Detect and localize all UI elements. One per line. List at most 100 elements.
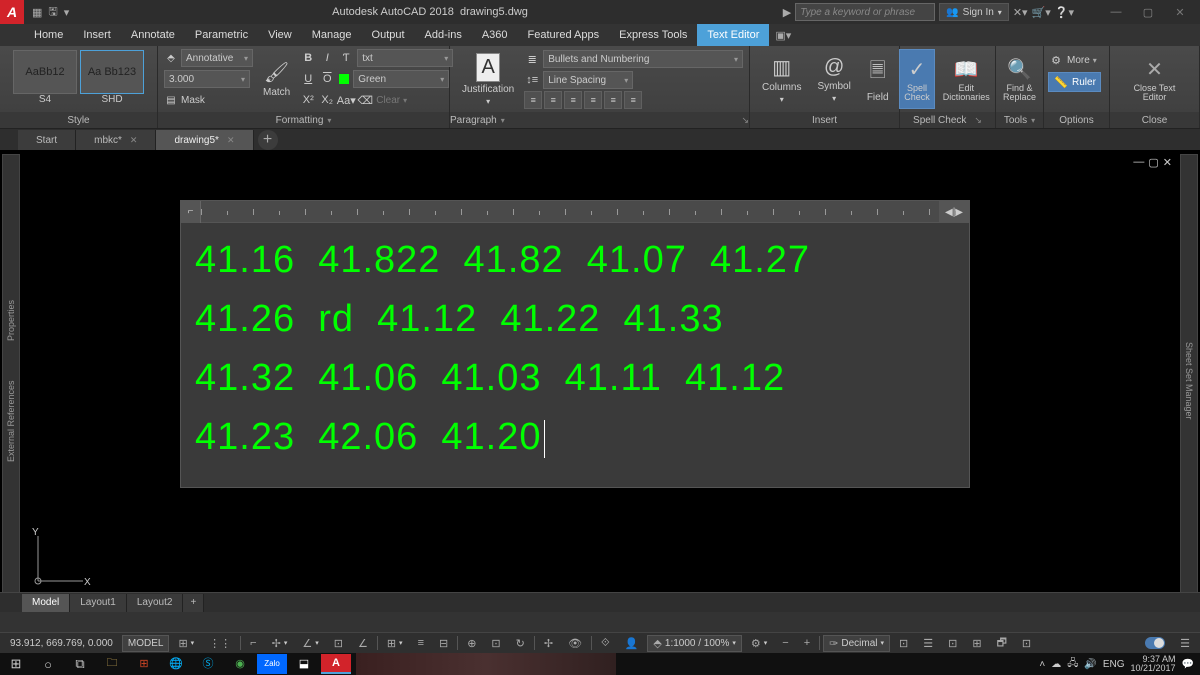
sc-button[interactable]: ⊕	[461, 635, 482, 652]
grid-button[interactable]: ⊞▾	[172, 635, 200, 652]
tb-coccoc[interactable]: ◉	[225, 654, 255, 674]
doctab-mbkc[interactable]: mbkc*✕	[76, 130, 156, 150]
dictionaries-button[interactable]: 📖Edit Dictionaries	[937, 49, 996, 109]
minimize-button[interactable]: —	[1102, 1, 1130, 23]
open-icon[interactable]: ▦	[32, 6, 42, 19]
new-tab-button[interactable]: +	[258, 130, 278, 150]
tpy-button[interactable]: ⊟	[433, 635, 454, 652]
cyc-button[interactable]: ↻	[510, 635, 531, 652]
panel-formatting-label[interactable]: Formatting	[158, 112, 449, 128]
tray-vol-icon[interactable]: 🔊	[1084, 659, 1096, 670]
sign-in-button[interactable]: 👥Sign In▾	[939, 3, 1009, 21]
s2-button[interactable]: ☰	[917, 635, 939, 652]
ruler-corner-icon[interactable]: ⌐	[181, 201, 201, 223]
panel-paragraph-label[interactable]: Paragraph↘	[450, 112, 749, 128]
tab-text-editor[interactable]: Text Editor	[697, 24, 769, 46]
person-icon[interactable]: 👤	[619, 635, 645, 652]
annotative-dropdown[interactable]: Annotative	[181, 49, 253, 67]
s1-button[interactable]: ⊡	[893, 635, 914, 652]
panel-spell-label[interactable]: Spell Check↘	[900, 112, 995, 128]
snap-button[interactable]: ⋮⋮	[203, 635, 237, 652]
tab-manage[interactable]: Manage	[302, 24, 362, 46]
align-justify-button[interactable]: ≡	[584, 91, 602, 109]
panel-tools-label[interactable]: Tools	[996, 112, 1043, 128]
spellcheck-button[interactable]: ✓Spell Check	[899, 49, 935, 109]
vp-min-icon[interactable]: —	[1133, 156, 1144, 169]
more-button[interactable]: ⚙More▾	[1048, 50, 1097, 70]
s3-button[interactable]: ⊡	[942, 635, 963, 652]
tb-chrome[interactable]: 🌐	[161, 654, 191, 674]
tb-width[interactable]: ⬓	[289, 654, 319, 674]
scale-readout[interactable]: ⬘1:1000 / 100%▾	[647, 635, 741, 652]
clear-icon[interactable]: ⌫	[357, 92, 373, 108]
app-logo[interactable]: A	[0, 0, 24, 24]
tab-insert[interactable]: Insert	[73, 24, 121, 46]
cortana-button[interactable]: ○	[32, 653, 64, 675]
qp-button[interactable]: ⊡	[485, 635, 506, 652]
tab-output[interactable]: Output	[362, 24, 415, 46]
gear-status-button[interactable]: ⚙▾	[745, 635, 773, 652]
align-6-button[interactable]: ≡	[624, 91, 642, 109]
units-readout[interactable]: ✑Decimal▾	[823, 635, 890, 652]
viewport-controls[interactable]: — ▢ ✕	[1133, 156, 1172, 169]
case-button[interactable]: Aa▾	[338, 92, 354, 108]
mask-button[interactable]: Mask	[181, 95, 205, 106]
columns-button[interactable]: ▥Columns▾	[756, 49, 807, 109]
layout-2[interactable]: Layout2	[127, 594, 184, 612]
tab-featured[interactable]: Featured Apps	[518, 24, 610, 46]
align-right-button[interactable]: ≡	[564, 91, 582, 109]
ortho-button[interactable]: ⌐	[244, 635, 262, 652]
clear-button[interactable]: Clear	[376, 95, 400, 106]
italic-button[interactable]: I	[319, 50, 335, 66]
iso-button[interactable]: ∠▾	[296, 635, 324, 652]
tab-view[interactable]: View	[258, 24, 302, 46]
zoom-in-button[interactable]: +	[798, 635, 816, 652]
search-play-icon[interactable]: ▶	[783, 6, 791, 19]
font-dropdown[interactable]: txt	[357, 49, 453, 67]
doctab-drawing5[interactable]: drawing5*✕	[156, 130, 253, 150]
tray-cloud-icon[interactable]: ☁	[1051, 659, 1061, 670]
tb-explorer[interactable]: 🗀	[97, 654, 127, 674]
close-tab-icon[interactable]: ✕	[227, 135, 235, 146]
line-spacing-dropdown[interactable]: Line Spacing	[543, 71, 633, 89]
tab-home[interactable]: Home	[24, 24, 73, 46]
quick-access-toolbar[interactable]: ▦ 🖫 ▾	[24, 3, 77, 22]
help-search-input[interactable]: Type a keyword or phrase	[795, 3, 935, 21]
ann-button[interactable]: ✢	[538, 635, 559, 652]
tab-annotate[interactable]: Annotate	[121, 24, 185, 46]
customize-status-button[interactable]: ☰	[1174, 635, 1196, 652]
bullets-dropdown[interactable]: Bullets and Numbering	[543, 50, 743, 68]
av-button[interactable]: 👁	[562, 635, 588, 652]
tab-express[interactable]: Express Tools	[609, 24, 697, 46]
tray-up-icon[interactable]: ˄	[1039, 659, 1045, 670]
doctab-start[interactable]: Start	[18, 130, 76, 150]
tab-parametric[interactable]: Parametric	[185, 24, 258, 46]
symbol-button[interactable]: @Symbol▾	[811, 49, 856, 109]
system-tray[interactable]: ˄ ☁ 🖧 🔊 ENG 9:37 AM10/21/2017 💬	[1039, 655, 1200, 673]
tab-expand-icon[interactable]: ▣▾	[769, 24, 797, 46]
mask-icon[interactable]: ▤	[164, 95, 178, 106]
layout-1[interactable]: Layout1	[70, 594, 127, 612]
vp-max-icon[interactable]: ▢	[1148, 156, 1158, 169]
tray-clock[interactable]: 9:37 AM10/21/2017	[1131, 655, 1176, 673]
text-ruler[interactable]: ⌐ ◀|▶	[181, 201, 969, 223]
vp-close-icon[interactable]: ✕	[1163, 156, 1172, 169]
underline-button[interactable]: U	[300, 71, 316, 87]
model-toggle[interactable]: MODEL	[122, 635, 170, 652]
dyn-button[interactable]: ⊞▾	[381, 635, 409, 652]
tb-zalo[interactable]: Zalo	[257, 654, 287, 674]
justification-button[interactable]: AJustification▾	[456, 49, 520, 109]
align-center-button[interactable]: ≡	[544, 91, 562, 109]
close-editor-button[interactable]: ✕Close Text Editor	[1116, 49, 1193, 109]
close-tab-icon[interactable]: ✕	[130, 135, 138, 146]
text-style-s4[interactable]: AaBb12	[13, 50, 77, 94]
otrack-button[interactable]: ∠	[352, 635, 374, 652]
text-style-shd[interactable]: Aa Bb123	[80, 50, 144, 94]
overline-button[interactable]: O	[319, 71, 335, 87]
mtext-editor[interactable]: ⌐ ◀|▶ 41.16 41.822 41.82 41.07 41.27 41.…	[180, 200, 970, 488]
close-button[interactable]: ✕	[1166, 1, 1194, 23]
annoscale-icon[interactable]: ⟐	[595, 635, 616, 652]
annotative-icon[interactable]: ⬘	[164, 53, 178, 64]
qat-dropdown-icon[interactable]: ▾	[64, 6, 70, 19]
s5-button[interactable]: 🗗	[991, 635, 1013, 652]
